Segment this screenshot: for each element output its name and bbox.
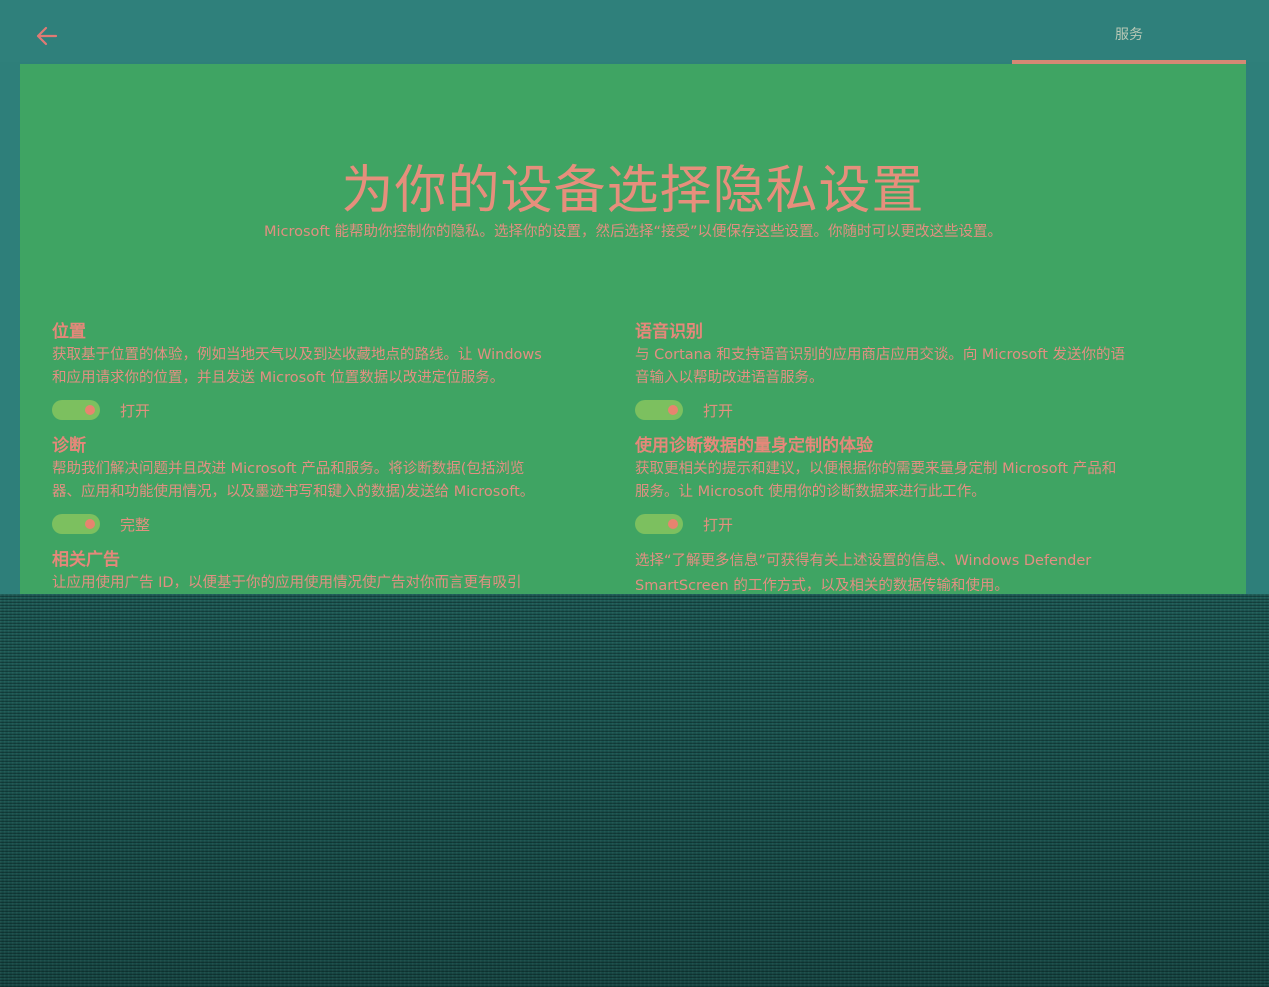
privacy-settings-panel: 为你的设备选择隐私设置 Microsoft 能帮助你控制你的隐私。选择你的设置，… [20, 64, 1246, 594]
toggle-knob [668, 405, 678, 415]
setting-description-line: 帮助我们解决问题并且改进 Microsoft 产品和服务。将诊断数据(包括浏览 [52, 461, 525, 477]
more-info-line: SmartScreen 的工作方式，以及相关的数据传输和使用。 [635, 578, 1009, 594]
setting-description-line: 服务。让 Microsoft 使用你的诊断数据来进行此工作。 [635, 484, 986, 500]
setting-diagnostics: 诊断 帮助我们解决问题并且改进 Microsoft 产品和服务。将诊断数据(包括… [52, 434, 627, 548]
setting-description-line: 和应用请求你的位置，并且发送 Microsoft 位置数据以改进定位服务。 [52, 370, 505, 386]
more-info-note: 选择“了解更多信息”可获得有关上述设置的信息、Windows Defender … [635, 550, 1210, 594]
toggle-knob [85, 519, 95, 529]
setting-description-line: 与 Cortana 和支持语音识别的应用商店应用交谈。向 Microsoft 发… [635, 347, 1126, 363]
page-title: 为你的设备选择隐私设置 [341, 161, 925, 221]
toggle-knob [668, 519, 678, 529]
back-button[interactable] [30, 20, 64, 52]
setting-description-line: 音输入以帮助改进语音服务。 [635, 370, 824, 386]
setting-location: 位置 获取基于位置的体验，例如当地天气以及到达收藏地点的路线。让 Windows… [52, 320, 627, 434]
setting-description-line: 获取基于位置的体验，例如当地天气以及到达收藏地点的路线。让 Windows [52, 347, 542, 363]
setting-title: 相关广告 [52, 550, 120, 570]
speech-toggle-state: 打开 [703, 401, 734, 420]
setting-title: 使用诊断数据的量身定制的体验 [635, 436, 873, 456]
speech-toggle[interactable] [635, 400, 683, 420]
setting-speech-recognition: 语音识别 与 Cortana 和支持语音识别的应用商店应用交谈。向 Micros… [635, 320, 1210, 434]
tailored-toggle[interactable] [635, 514, 683, 534]
setting-description-line: 器、应用和功能使用情况，以及墨迹书写和键入的数据)发送给 Microsoft。 [52, 484, 535, 500]
settings-column-left: 位置 获取基于位置的体验，例如当地天气以及到达收藏地点的路线。让 Windows… [52, 320, 627, 594]
tab-service[interactable]: 服务 [1012, 24, 1246, 44]
setting-tailored-experiences: 使用诊断数据的量身定制的体验 获取更相关的提示和建议，以便根据你的需要来量身定制… [635, 434, 1210, 548]
setting-title: 位置 [52, 322, 86, 342]
setting-title: 诊断 [52, 436, 86, 456]
top-bar: 服务 [0, 0, 1269, 64]
arrow-left-icon [30, 20, 64, 52]
diagnostics-toggle-state: 完整 [120, 515, 151, 534]
setting-title: 语音识别 [635, 322, 703, 342]
toggle-knob [85, 405, 95, 415]
more-info-line: 选择“了解更多信息”可获得有关上述设置的信息、Windows Defender [635, 553, 1092, 569]
location-toggle[interactable] [52, 400, 100, 420]
page-subtitle: Microsoft 能帮助你控制你的隐私。选择你的设置，然后选择“接受”以便保存… [263, 224, 1003, 240]
setting-description-line: 让应用使用广告 ID，以便基于你的应用使用情况使广告对你而言更有吸引 [52, 575, 522, 591]
corrupted-screen-region [0, 594, 1269, 987]
settings-column-right: 语音识别 与 Cortana 和支持语音识别的应用商店应用交谈。向 Micros… [635, 320, 1210, 594]
tailored-toggle-state: 打开 [703, 515, 734, 534]
setting-relevant-ads: 相关广告 让应用使用广告 ID，以便基于你的应用使用情况使广告对你而言更有吸引 [52, 548, 627, 594]
location-toggle-state: 打开 [120, 401, 151, 420]
diagnostics-toggle[interactable] [52, 514, 100, 534]
setting-description-line: 获取更相关的提示和建议，以便根据你的需要来量身定制 Microsoft 产品和 [635, 461, 1117, 477]
